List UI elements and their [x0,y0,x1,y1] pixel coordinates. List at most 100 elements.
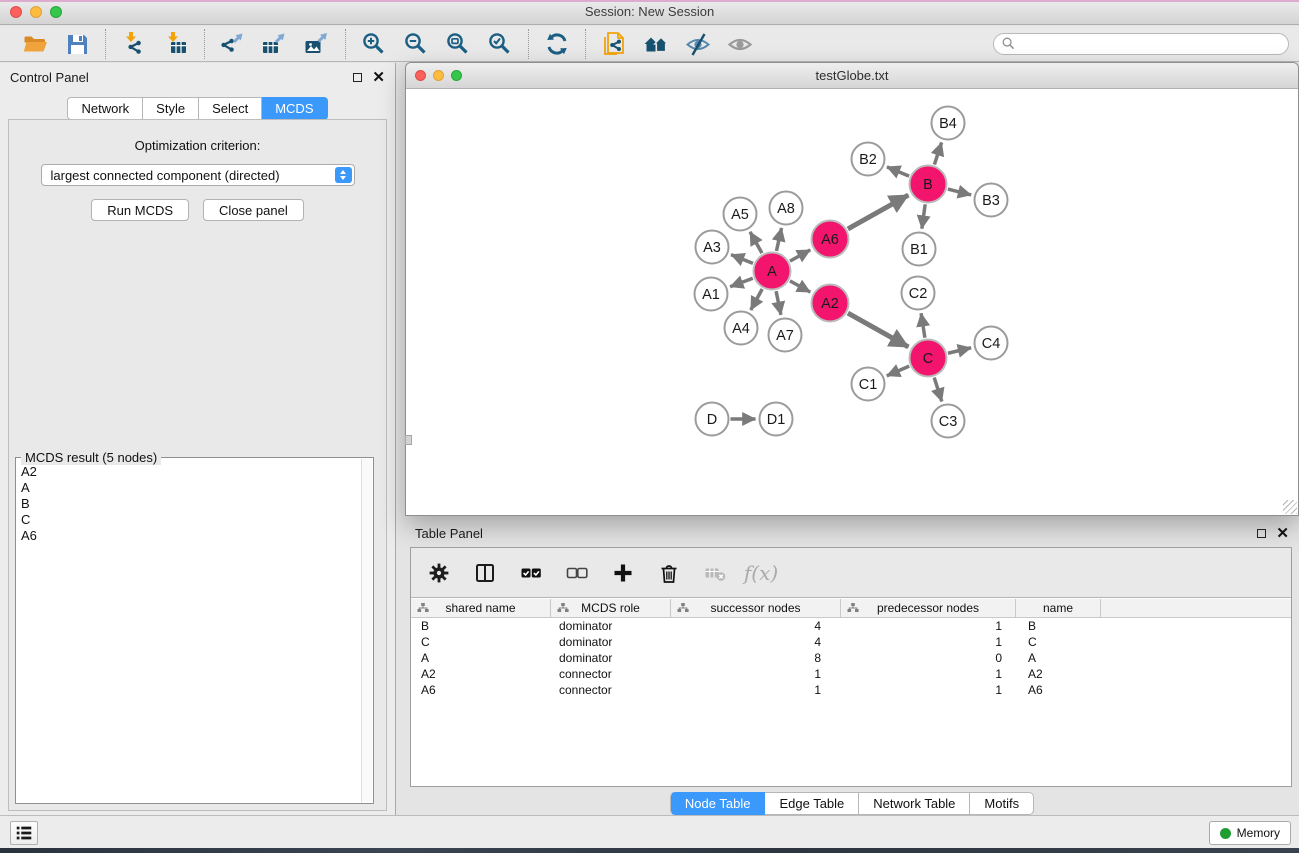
graph-edge-A-A7[interactable] [776,291,781,315]
delete-table-icon [704,562,726,584]
import-network-button[interactable] [115,29,153,59]
table-settings-button[interactable] [427,561,451,585]
delete-table-button[interactable] [703,561,727,585]
eye-slash-button[interactable] [679,29,717,59]
cell-shared-name: A [411,651,551,665]
graph-edge-B-B4[interactable] [934,142,941,164]
graph-edge-B-B3[interactable] [948,189,971,195]
mcds-result-item[interactable]: A6 [21,528,357,544]
tab-select[interactable]: Select [199,97,262,120]
cell-predecessor-nodes: 1 [841,635,1016,649]
delete-column-button[interactable] [657,561,681,585]
criterion-select[interactable]: largest connected component (directed) [41,164,355,186]
memory-label: Memory [1237,826,1280,840]
graph-edge-C-C4[interactable] [948,348,971,354]
export-table-button[interactable] [256,29,294,59]
toolbar-separator [105,29,106,59]
table-row[interactable]: Bdominator41B [411,618,1291,634]
column-header-predecessor-nodes[interactable]: predecessor nodes [841,599,1016,617]
column-header-filler [1101,599,1291,617]
graph-edge-C-C2[interactable] [921,313,925,337]
mcds-result-item[interactable]: A2 [21,464,357,480]
graph-node-label-B: B [923,177,933,193]
select-stepper-icon [335,167,352,183]
graph-edge-A-A4[interactable] [751,289,762,310]
refresh-button[interactable] [538,29,576,59]
export-image-button[interactable] [298,29,336,59]
tab-style[interactable]: Style [143,97,199,120]
network-window-titlebar[interactable]: testGlobe.txt [406,63,1298,89]
graph-edge-A2-C[interactable] [848,313,909,347]
graph-edge-A-A2[interactable] [790,281,810,292]
column-layout-button[interactable] [473,561,497,585]
close-panel-button[interactable]: Close panel [203,199,304,221]
deselect-all-button[interactable] [565,561,589,585]
table-row[interactable]: A2connector11A2 [411,666,1291,682]
checked-boxes-icon [520,562,542,584]
tab-mcds[interactable]: MCDS [262,97,327,120]
eye-button[interactable] [721,29,759,59]
table-row[interactable]: Adominator80A [411,650,1291,666]
column-header-successor-nodes[interactable]: successor nodes [671,599,841,617]
table-panel-title: Table Panel [415,526,483,541]
zoom-fit-button[interactable] [439,29,477,59]
splitter-handle[interactable] [405,435,412,445]
close-panel-icon[interactable]: ✕ [372,73,385,82]
houses-button[interactable] [637,29,675,59]
import-table-button[interactable] [157,29,195,59]
task-history-button[interactable] [10,821,38,845]
graph-edge-A-A3[interactable] [731,255,753,264]
zoom-selected-button[interactable] [481,29,519,59]
zoom-selected-icon [487,31,513,57]
graph-edge-C-C3[interactable] [934,378,942,402]
zoom-out-button[interactable] [397,29,435,59]
mcds-result-item[interactable]: B [21,496,357,512]
tab-node-table[interactable]: Node Table [670,792,766,815]
graph-edge-A-A8[interactable] [776,228,781,251]
tab-motifs[interactable]: Motifs [970,792,1034,815]
network-canvas[interactable]: AA1A2A3A4A5A6A7A8BB1B2B3B4CC1C2C3C4DD1 [406,90,1298,515]
add-column-button[interactable] [611,561,635,585]
mcds-result-item[interactable]: A [21,480,357,496]
resize-grip[interactable] [1283,500,1297,514]
window-title: Session: New Session [0,4,1299,19]
save-session-button[interactable] [58,29,96,59]
network-graph[interactable]: AA1A2A3A4A5A6A7A8BB1B2B3B4CC1C2C3C4DD1 [406,90,1298,515]
memory-button[interactable]: Memory [1209,821,1291,845]
tab-network-table[interactable]: Network Table [859,792,970,815]
select-all-button[interactable] [519,561,543,585]
graph-edge-A-A1[interactable] [730,278,753,287]
graph-edge-B-B1[interactable] [922,204,925,228]
mcds-result-list: A2ABCA6 [18,460,360,801]
tab-network[interactable]: Network [67,97,143,120]
float-table-panel-icon[interactable] [1257,529,1266,538]
open-file-button[interactable] [16,29,54,59]
column-header-name[interactable]: name [1016,599,1101,617]
cell-successor-nodes: 1 [671,683,841,697]
graph-edge-A6-B[interactable] [848,195,909,229]
column-header-shared-name[interactable]: shared name [411,599,551,617]
gear-icon [428,562,450,584]
table-row[interactable]: Cdominator41C [411,634,1291,650]
search-input[interactable] [1020,37,1280,51]
export-network-button[interactable] [214,29,252,59]
zoom-in-icon [361,31,387,57]
zoom-in-button[interactable] [355,29,393,59]
run-mcds-button[interactable]: Run MCDS [91,199,189,221]
column-header-MCDS-role[interactable]: MCDS role [551,599,671,617]
graph-edge-A-A5[interactable] [750,232,762,253]
result-scrollbar[interactable] [361,459,372,802]
mcds-result-item[interactable]: C [21,512,357,528]
graph-edge-C-C1[interactable] [887,366,909,376]
graph-node-label-C1: C1 [859,377,878,393]
function-builder-button[interactable]: f(x) [749,561,773,585]
duplicate-network-file-button[interactable] [595,29,633,59]
graph-edge-A-A6[interactable] [790,250,810,261]
close-table-panel-icon[interactable]: ✕ [1276,529,1289,538]
graph-edge-B-B2[interactable] [887,167,909,176]
table-row[interactable]: A6connector11A6 [411,682,1291,698]
float-panel-icon[interactable] [353,73,362,82]
tab-edge-table[interactable]: Edge Table [765,792,859,815]
save-floppy-icon [64,31,90,57]
cell-name: C [1016,635,1101,649]
